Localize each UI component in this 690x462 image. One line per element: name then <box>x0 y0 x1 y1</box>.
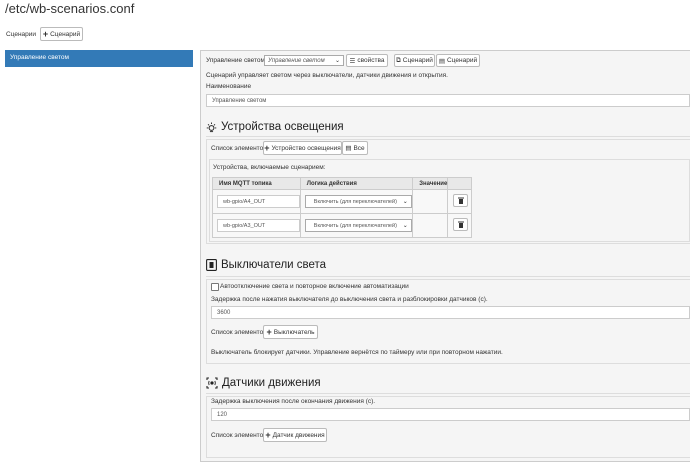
value-cell <box>412 213 449 238</box>
copy-icon: ⧉ <box>396 56 401 64</box>
delete-button[interactable] <box>453 218 469 231</box>
auto-off-label: Автоотключение света и повторное включен… <box>220 283 409 290</box>
add-motion-sensor-button[interactable]: + Датчик движения <box>263 428 327 442</box>
switch-delay-label: Задержка после нажатия выключателя до вы… <box>211 296 488 303</box>
add-scenario-label: Сценарий <box>50 30 81 38</box>
divider <box>206 393 690 394</box>
list-icon: ▤ <box>345 145 352 152</box>
switches-heading-text: Выключатели света <box>221 259 327 271</box>
all-label: Все <box>353 144 365 152</box>
logic-select-value: Включить (для переключателей) <box>313 198 397 205</box>
name-label: Наименование <box>206 83 252 90</box>
logic-select[interactable]: Включить (для переключателей) ⌄ <box>304 219 412 232</box>
trash-icon <box>457 197 464 204</box>
plus-icon: + <box>265 429 271 440</box>
properties-label: свойства <box>357 57 385 64</box>
table-row: wb-gpio/A4_OUT Включить (для переключате… <box>212 189 472 214</box>
motion-section <box>206 396 690 458</box>
plus-icon: + <box>266 326 272 337</box>
plus-icon: + <box>42 28 49 39</box>
scenario-type-select[interactable]: Управление светом ⌄ <box>264 55 344 66</box>
motion-list-label: Список элементов <box>211 432 267 439</box>
lightbulb-icon <box>206 121 217 132</box>
topic-input[interactable]: wb-gpio/A3_OUT <box>217 219 300 232</box>
list-icon: ☰ <box>349 57 356 65</box>
chevron-down-icon: ⌄ <box>402 199 408 205</box>
name-input[interactable]: Управление светом <box>206 94 690 107</box>
page-title: /etc/wb-scenarios.conf <box>5 1 135 16</box>
plus-icon: + <box>264 142 270 153</box>
divider <box>206 136 690 137</box>
scenario-type-value: Управление светом <box>268 57 325 64</box>
motion-heading: Датчики движения <box>206 377 321 389</box>
add-switch-label: Выключатель <box>273 328 315 336</box>
column-header-empty <box>447 177 472 190</box>
table-row: wb-gpio/A3_OUT Включить (для переключате… <box>212 213 472 238</box>
properties-button[interactable]: ☰ свойства <box>346 54 388 67</box>
scenario-description: Сценарий управляет светом через выключат… <box>206 72 448 79</box>
logic-select-value: Включить (для переключателей) <box>313 222 397 229</box>
lighting-devices-table: Имя MQTT топика Логика действия Значение… <box>212 177 472 238</box>
topic-input[interactable]: wb-gpio/A4_OUT <box>217 195 300 208</box>
chevron-down-icon: ⌄ <box>402 223 408 229</box>
motion-heading-text: Датчики движения <box>222 377 321 389</box>
all-button[interactable]: ▤ Все <box>342 141 368 155</box>
add-scenario-button[interactable]: + Сценарий <box>40 27 83 41</box>
column-header: Имя MQTT топика <box>212 177 301 190</box>
add-light-device-button[interactable]: + Устройство освещения <box>263 141 342 155</box>
table-header-row: Имя MQTT топика Логика действия Значение <box>212 177 472 190</box>
motion-delay-input[interactable]: 120 <box>211 408 690 421</box>
paste-icon: ▤ <box>438 57 446 65</box>
motion-sensor-icon <box>206 377 218 389</box>
switches-note: Выключатель блокирует датчики. Управлени… <box>211 349 503 356</box>
copy-label: Сценарий <box>402 57 433 64</box>
auto-off-checkbox[interactable] <box>211 283 219 291</box>
column-header: Логика действия <box>299 177 414 190</box>
switches-heading: Выключатели света <box>206 259 326 271</box>
light-switch-icon <box>206 259 217 271</box>
paste-label: Сценарий <box>447 57 478 64</box>
add-switch-button[interactable]: + Выключатель <box>263 325 318 339</box>
logic-select[interactable]: Включить (для переключателей) ⌄ <box>304 195 412 208</box>
divider <box>206 276 690 277</box>
switches-list-label: Список элементов <box>211 329 267 336</box>
delete-button[interactable] <box>453 194 469 207</box>
trash-icon <box>457 221 464 228</box>
copy-scenario-button[interactable]: ⧉ Сценарий <box>394 54 435 67</box>
column-header: Значение <box>412 177 449 190</box>
lighting-heading-text: Устройства освещения <box>221 121 344 133</box>
lighting-list-label: Список элементов <box>211 145 267 152</box>
scenarios-label: Сценарии <box>6 31 37 38</box>
lighting-heading: Устройства освещения <box>206 121 344 133</box>
value-cell <box>412 189 449 214</box>
chevron-down-icon: ⌄ <box>334 58 340 64</box>
lighting-subtitle: Устройства, включаемые сценарием: <box>213 164 326 171</box>
type-label: Управление светом <box>206 57 265 64</box>
sidebar-item-light-control[interactable]: Управление светом <box>5 50 193 67</box>
switch-delay-input[interactable]: 3600 <box>211 306 690 319</box>
paste-scenario-button[interactable]: ▤ Сценарий <box>436 54 480 67</box>
add-light-device-label: Устройство освещения <box>271 144 341 152</box>
add-motion-sensor-label: Датчик движения <box>272 431 325 439</box>
motion-delay-label: Задержка выключения после окончания движ… <box>211 398 376 405</box>
